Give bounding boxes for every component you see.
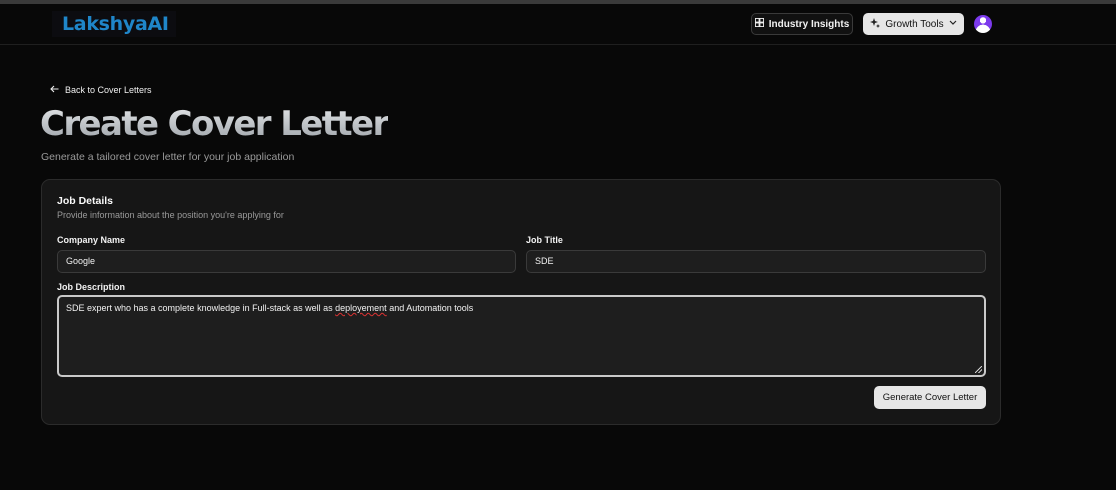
arrow-left-icon — [50, 85, 59, 95]
stars-icon — [870, 17, 881, 31]
growth-tools-dropdown[interactable]: Growth Tools — [863, 13, 964, 35]
top-navbar: LakshyaAI Industry Insights Growth Tools — [0, 4, 1116, 45]
card-description: Provide information about the position y… — [57, 210, 284, 220]
resize-handle[interactable] — [975, 366, 982, 373]
job-title-label: Job Title — [526, 235, 563, 245]
back-link-label: Back to Cover Letters — [65, 85, 152, 95]
back-to-cover-letters-link[interactable]: Back to Cover Letters — [50, 84, 152, 96]
industry-insights-label: Industry Insights — [768, 18, 850, 30]
chevron-down-icon — [949, 19, 957, 29]
page-title: Create Cover Letter — [40, 104, 389, 144]
job-title-input[interactable]: SDE — [526, 250, 986, 273]
job-description-label: Job Description — [57, 282, 126, 292]
page-subtitle: Generate a tailored cover letter for you… — [41, 151, 295, 163]
misspelled-word: deployement — [335, 303, 387, 313]
app-logo[interactable]: LakshyaAI — [52, 11, 176, 37]
job-description-text-end: and Automation tools — [386, 303, 474, 313]
card-title: Job Details — [57, 195, 114, 207]
layout-dashboard-icon — [754, 18, 764, 30]
user-avatar-icon[interactable] — [974, 15, 992, 33]
generate-cover-letter-button[interactable]: Generate Cover Letter — [874, 386, 986, 409]
company-name-input[interactable]: Google — [57, 250, 516, 273]
growth-tools-label: Growth Tools — [885, 18, 944, 30]
job-details-card: Job Details Provide information about th… — [41, 179, 1001, 425]
job-description-textarea[interactable]: SDE expert who has a complete knowledge … — [57, 295, 986, 377]
company-name-label: Company Name — [57, 235, 126, 245]
job-description-text: SDE expert who has a complete knowledge … — [66, 303, 336, 313]
industry-insights-button[interactable]: Industry Insights — [751, 13, 853, 35]
